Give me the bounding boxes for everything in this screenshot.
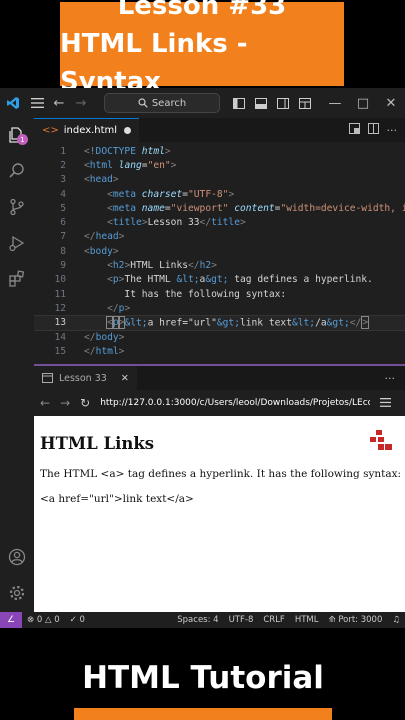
code-editor[interactable]: 1 <!DOCTYPE html> 2 <html lang="en"> 3 <hea… <box>34 142 405 364</box>
preview-paragraph-2: <a href="url">link text</a> <box>40 493 194 505</box>
preview-forward-icon[interactable]: → <box>60 396 70 410</box>
more-actions-icon[interactable]: ··· <box>387 124 398 137</box>
browser-icon <box>42 373 53 383</box>
preview-more-icon[interactable]: ··· <box>385 372 405 385</box>
preview-heading: HTML Links <box>40 434 155 453</box>
toggle-secondary-sidebar-icon[interactable] <box>272 88 294 118</box>
code-line: 4 <meta charset="UTF-8"> <box>60 188 235 200</box>
code-line: 15 </html> <box>54 345 125 357</box>
code-line: 14 </body> <box>54 331 125 343</box>
code-line: 9 <h2>HTML Links</h2> <box>60 260 217 272</box>
reload-icon[interactable]: ↻ <box>80 396 90 410</box>
unsaved-dot-icon[interactable] <box>124 127 132 134</box>
toggle-sidebar-icon[interactable] <box>228 88 250 118</box>
code-line: 5 <meta name="viewport" content="width=d… <box>60 202 405 214</box>
preview-menu-icon[interactable] <box>380 396 392 410</box>
code-line: 2 <html lang="en"> <box>60 159 177 171</box>
ports-indicator[interactable]: ✓ 0 <box>65 615 90 625</box>
lesson-number: Lesson #33 <box>117 0 287 21</box>
settings-gear-icon[interactable] <box>0 576 34 610</box>
code-line-current: 13 <p>&lt;a href="url"&gt;link text&lt;/… <box>34 314 405 331</box>
indentation-indicator[interactable]: Spaces: 4 <box>172 615 223 625</box>
tab-index-html[interactable]: <> index.html <box>34 118 140 142</box>
notifications-bell-icon[interactable]: ♫ <box>387 615 405 625</box>
back-arrow-icon[interactable]: ← <box>48 88 70 118</box>
code-line: 8 <body> <box>60 245 119 257</box>
tutorial-title: HTML Tutorial <box>82 660 324 696</box>
close-preview-icon[interactable]: ✕ <box>121 373 129 384</box>
vscode-logo-icon <box>0 88 26 118</box>
code-line: 7 </head> <box>60 231 125 243</box>
tutorial-banner-accent <box>74 708 332 720</box>
preview-tab-label: Lesson 33 <box>59 372 107 384</box>
explorer-badge: 1 <box>17 134 28 145</box>
search-icon <box>138 98 148 108</box>
minimize-icon[interactable]: — <box>321 88 349 118</box>
status-bar: ∠ ⊗ 0 △ 0 ✓ 0 Spaces: 4 UTF-8 CRLF HTML … <box>0 612 405 628</box>
tutorial-banner: HTML Tutorial <box>74 648 332 708</box>
extensions-icon[interactable] <box>0 262 34 296</box>
preview-nav-bar: ← → ↻ http://127.0.0.1:3000/c/Users/leoo… <box>34 390 405 416</box>
lesson-banner: Lesson #33 HTML Links - Syntax <box>60 0 344 97</box>
tab-filename: index.html <box>63 125 118 136</box>
customize-layout-icon[interactable] <box>294 88 316 118</box>
close-icon[interactable]: ✕ <box>377 88 405 118</box>
code-line: 1 <!DOCTYPE html> <box>60 145 171 157</box>
code-line: 3 <head> <box>60 174 119 186</box>
run-debug-icon[interactable] <box>0 226 34 260</box>
forward-arrow-icon[interactable]: → <box>70 88 92 118</box>
preview-page: HTML Links The HTML <a> tag defines a hy… <box>34 416 405 612</box>
source-control-icon[interactable] <box>0 190 34 224</box>
search-sidebar-icon[interactable] <box>0 154 34 188</box>
split-editor-icon[interactable] <box>367 123 379 137</box>
code-line: 11 It has the following syntax: <box>54 288 287 300</box>
account-icon[interactable] <box>0 540 34 574</box>
toggle-panel-icon[interactable] <box>250 88 272 118</box>
editor-tab-bar: <> index.html ··· <box>34 118 405 142</box>
open-preview-icon[interactable] <box>348 123 360 137</box>
language-indicator[interactable]: HTML <box>290 615 324 625</box>
eol-indicator[interactable]: CRLF <box>258 615 289 625</box>
maximize-icon[interactable]: □ <box>349 88 377 118</box>
code-line: 6 <title>Lesson 33</title> <box>60 217 246 229</box>
preview-url[interactable]: http://127.0.0.1:3000/c/Users/leool/Down… <box>100 398 370 408</box>
menu-icon[interactable] <box>26 88 48 118</box>
remote-icon[interactable]: ∠ <box>0 612 22 628</box>
problems-indicator[interactable]: ⊗ 0 △ 0 <box>22 615 65 625</box>
preview-paragraph-1: The HTML <a> tag defines a hyperlink. It… <box>40 468 402 480</box>
title-bar: ← → Search — □ ✕ <box>0 88 405 118</box>
explorer-icon[interactable]: 1 <box>0 118 34 152</box>
code-line: 10 <p>The HTML &lt;a&gt; tag defines a h… <box>54 274 373 286</box>
code-line: 12 </p> <box>54 302 131 314</box>
search-label: Search <box>151 97 187 109</box>
preview-back-icon[interactable]: ← <box>40 396 50 410</box>
activity-bar: 1 <box>0 118 34 612</box>
preview-tab-bar: Lesson 33 ✕ ··· <box>34 366 405 390</box>
encoding-indicator[interactable]: UTF-8 <box>224 615 259 625</box>
tab-preview[interactable]: Lesson 33 ✕ <box>34 366 137 390</box>
site-logo-icon <box>370 430 392 450</box>
live-server-port[interactable]: ⟰ Port: 3000 <box>323 615 387 625</box>
command-search-box[interactable]: Search <box>104 93 220 113</box>
html-file-icon: <> <box>42 125 59 136</box>
